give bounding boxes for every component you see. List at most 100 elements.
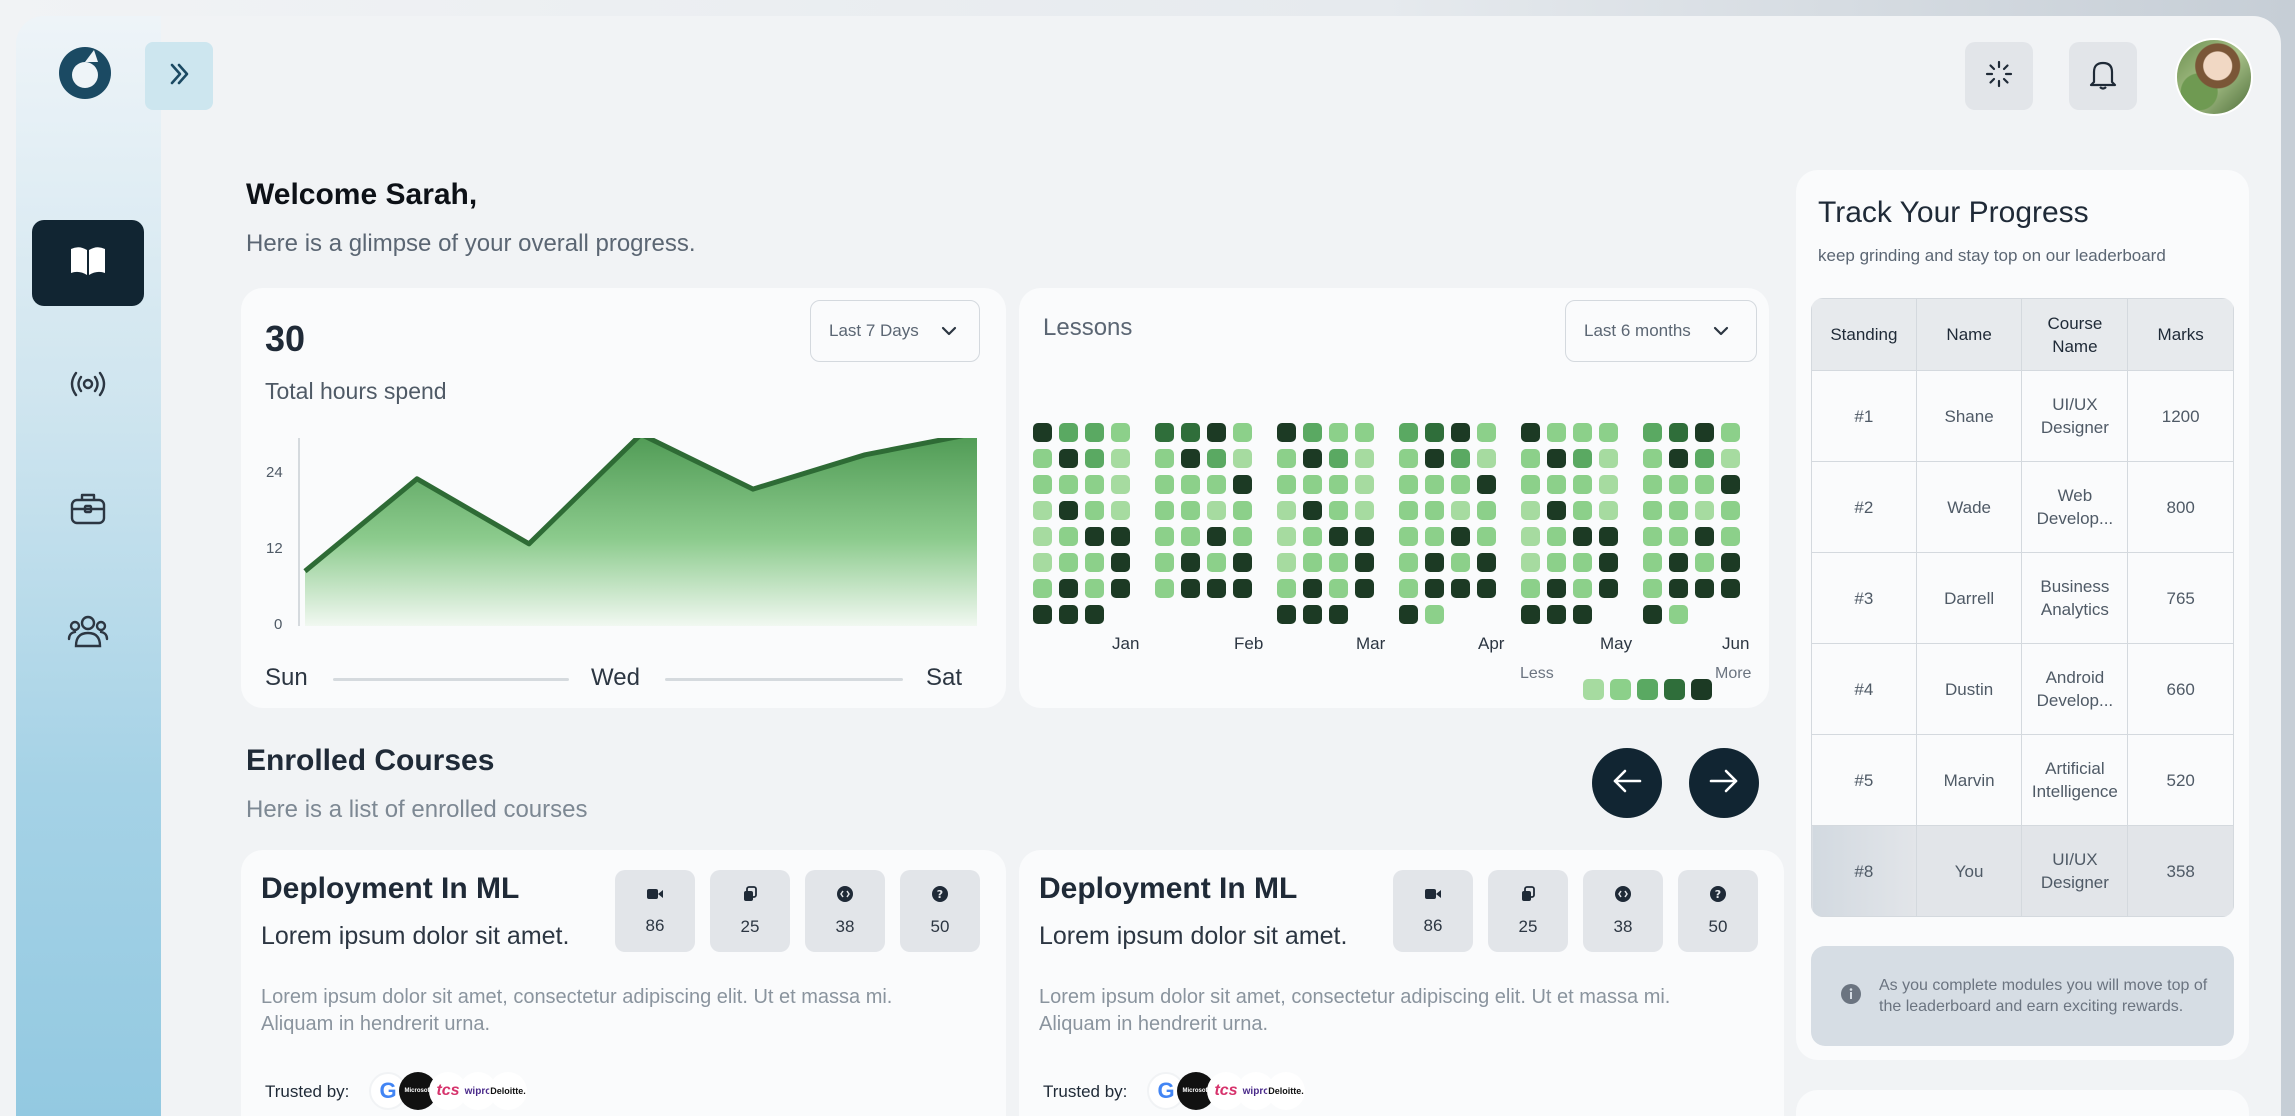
column-header: Standing	[1811, 298, 1917, 371]
heatmap-cell	[1599, 553, 1618, 572]
heatmap-cell	[1547, 475, 1566, 494]
heatmap-cell	[1329, 423, 1348, 442]
arrow-left-icon	[1612, 768, 1642, 799]
svg-text:?: ?	[1715, 888, 1721, 901]
heatmap-cell	[1477, 579, 1496, 598]
course-card[interactable]: Deployment In ML Lorem ipsum dolor sit a…	[241, 850, 1006, 1116]
heatmap-cell	[1451, 449, 1470, 468]
enrolled-subtitle: Here is a list of enrolled courses	[246, 796, 588, 823]
column-header: Marks	[2127, 298, 2234, 371]
month-label: Apr	[1478, 634, 1505, 653]
marks-cell: 660	[2127, 643, 2234, 735]
table-row[interactable]: #3 Darrell Business Analytics 765	[1811, 552, 2234, 644]
heatmap-cell	[1233, 501, 1252, 520]
heatmap-cell	[1155, 553, 1174, 572]
loading-button[interactable]	[1965, 42, 2033, 110]
expand-sidebar-button[interactable]	[145, 42, 213, 110]
info-icon	[1841, 983, 1861, 1009]
heatmap-cell	[1155, 501, 1174, 520]
legend-less-label: Less	[1520, 665, 1554, 682]
book-icon	[69, 245, 107, 282]
heatmap-cell	[1695, 475, 1714, 494]
heatmap-cell	[1425, 527, 1444, 546]
heatmap-cell	[1085, 553, 1104, 572]
heatmap-cell	[1425, 501, 1444, 520]
heatmap-cell	[1303, 579, 1322, 598]
stat-value: 38	[1613, 916, 1633, 936]
heatmap-cell	[1111, 527, 1130, 546]
sidebar-item-community[interactable]	[32, 590, 144, 676]
table-row[interactable]: #1 Shane UI/UX Designer 1200	[1811, 370, 2234, 462]
heatmap-cell	[1059, 605, 1078, 624]
heatmap-cell	[1181, 553, 1200, 572]
heatmap-cell	[1451, 475, 1470, 494]
logo-icon	[58, 46, 112, 100]
next-button[interactable]	[1689, 748, 1759, 818]
heatmap-cell	[1477, 475, 1496, 494]
stat-value: 86	[645, 916, 665, 935]
sidebar	[16, 16, 161, 1116]
heatmap-cell	[1547, 553, 1566, 572]
hours-range-dropdown[interactable]: Last 7 Days	[810, 300, 980, 362]
avatar[interactable]	[2175, 38, 2253, 116]
stat-questions: ? 50	[900, 870, 980, 952]
heatmap-cell	[1643, 527, 1662, 546]
standing-cell: #4	[1811, 643, 1917, 735]
name-cell: Shane	[1915, 370, 2023, 462]
briefcase-icon	[70, 491, 106, 530]
course-title: Deployment In ML	[1039, 872, 1298, 905]
heatmap-cell	[1547, 605, 1566, 624]
sidebar-item-jobs[interactable]	[32, 467, 144, 553]
heatmap-cell	[1573, 449, 1592, 468]
heatmap-cell	[1059, 501, 1078, 520]
table-row-current-user[interactable]: #8 You UI/UX Designer 358	[1811, 825, 2234, 917]
course-cell: Web Develop...	[2021, 461, 2129, 553]
heatmap-cell	[1059, 475, 1078, 494]
heatmap-cell	[1521, 475, 1540, 494]
heatmap-cell	[1721, 553, 1740, 572]
table-row[interactable]: #4 Dustin Android Develop... 660	[1811, 643, 2234, 735]
heatmap-cell	[1207, 527, 1226, 546]
page-subtitle: Here is a glimpse of your overall progre…	[246, 230, 696, 257]
column-header: Course Name	[2021, 298, 2129, 371]
table-row[interactable]: #5 Marvin Artificial Intelligence 520	[1811, 734, 2234, 826]
heatmap-cell	[1329, 475, 1348, 494]
course-cell: Artificial Intelligence	[2021, 734, 2129, 826]
marks-cell: 1200	[2127, 370, 2234, 462]
trusted-brands: G Microsoft tcs wipro Deloitte.	[369, 1072, 527, 1110]
app-frame: Welcome Sarah, Here is a glimpse of your…	[16, 16, 2281, 1116]
heatmap-cell	[1059, 527, 1078, 546]
users-icon	[67, 613, 109, 654]
heatmap-cell	[1059, 553, 1078, 572]
heatmap-cell	[1233, 527, 1252, 546]
chevrons-right-icon	[166, 61, 192, 92]
heatmap-cell	[1111, 423, 1130, 442]
hours-area-chart	[298, 438, 977, 626]
course-card[interactable]: Deployment In ML Lorem ipsum dolor sit a…	[1019, 850, 1784, 1116]
heatmap-cell	[1425, 449, 1444, 468]
heatmap-cell	[1643, 553, 1662, 572]
heatmap-cell	[1547, 527, 1566, 546]
bell-icon	[2088, 58, 2118, 95]
secondary-card	[1796, 1090, 2249, 1116]
hours-range-value: Last 7 Days	[829, 321, 919, 340]
lessons-range-dropdown[interactable]: Last 6 months	[1565, 300, 1757, 362]
heatmap-cell	[1355, 553, 1374, 572]
heatmap-cell	[1669, 553, 1688, 572]
heatmap-cell	[1111, 501, 1130, 520]
stat-value: 50	[1708, 916, 1728, 936]
heatmap-cell	[1329, 605, 1348, 624]
heatmap-cell	[1085, 423, 1104, 442]
heatmap-cell	[1451, 553, 1470, 572]
sidebar-item-courses[interactable]	[32, 220, 144, 306]
table-row[interactable]: #2 Wade Web Develop... 800	[1811, 461, 2234, 553]
notifications-button[interactable]	[2069, 42, 2137, 110]
deloitte-logo: Deloitte.	[1267, 1072, 1305, 1110]
previous-button[interactable]	[1592, 748, 1662, 818]
sidebar-item-live[interactable]	[32, 343, 144, 429]
heatmap-cell	[1233, 475, 1252, 494]
month-label: Jan	[1112, 634, 1140, 653]
hours-value: 30	[265, 318, 306, 359]
name-cell: Dustin	[1915, 643, 2023, 735]
heatmap-cell	[1669, 423, 1688, 442]
